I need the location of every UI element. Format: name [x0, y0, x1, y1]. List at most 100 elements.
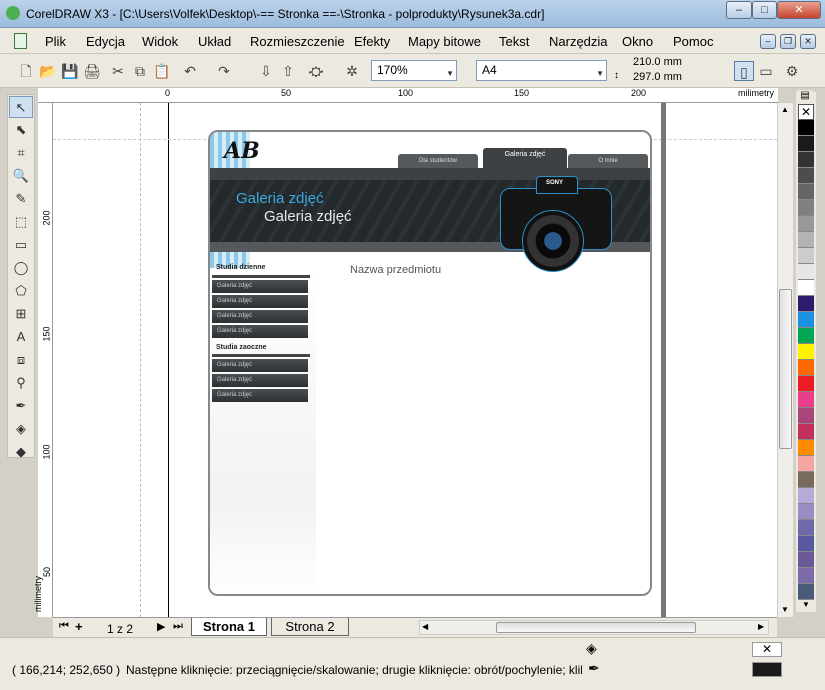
- basic-shapes-tool-icon[interactable]: ⊞: [9, 303, 33, 325]
- page-width-field[interactable]: 210.0 mm: [628, 56, 722, 70]
- nav-item[interactable]: Galeria zdjęć: [212, 280, 308, 293]
- last-page-icon[interactable]: ⏭: [173, 620, 183, 633]
- zoom-tool-icon[interactable]: 🔍: [9, 165, 33, 187]
- page-settings-icon[interactable]: ⚙: [782, 61, 802, 81]
- freehand-tool-icon[interactable]: ✎: [9, 188, 33, 210]
- color-swatch[interactable]: [798, 248, 814, 264]
- landscape-icon[interactable]: ▭: [756, 61, 776, 81]
- website-mockup[interactable]: AB Dla studentów Galeria zdjęć O mnie Ga…: [208, 130, 652, 596]
- zoom-level-select[interactable]: 170% ▼: [371, 60, 457, 81]
- color-swatch[interactable]: [798, 472, 814, 488]
- minimize-button[interactable]: –: [726, 1, 752, 19]
- color-swatch[interactable]: [798, 328, 814, 344]
- color-swatch[interactable]: [798, 424, 814, 440]
- menu-efekty[interactable]: Efekty: [354, 34, 390, 49]
- ellipse-tool-icon[interactable]: ◯: [9, 257, 33, 279]
- color-swatch[interactable]: [798, 552, 814, 568]
- tab-o-mnie[interactable]: O mnie: [568, 154, 648, 168]
- print-icon[interactable]: 🖨: [82, 61, 102, 81]
- maximize-button[interactable]: □: [752, 1, 777, 19]
- import-icon[interactable]: ⇩: [256, 61, 276, 81]
- color-swatch[interactable]: [798, 504, 814, 520]
- color-swatch[interactable]: [798, 312, 814, 328]
- cut-icon[interactable]: ✂: [108, 61, 128, 81]
- scroll-right-icon[interactable]: ▶: [758, 622, 764, 631]
- eyedropper-tool-icon[interactable]: ⚲: [9, 372, 33, 394]
- tab-strona-1[interactable]: Strona 1: [191, 618, 267, 636]
- polygon-tool-icon[interactable]: ⬠: [9, 280, 33, 302]
- vertical-scrollbar[interactable]: ▲ ▼: [777, 103, 793, 617]
- fill-color-swatch[interactable]: ✕: [752, 642, 782, 657]
- paste-icon[interactable]: 📋: [152, 61, 172, 81]
- scroll-left-icon[interactable]: ◀: [422, 622, 428, 631]
- menu-widok[interactable]: Widok: [142, 34, 178, 49]
- next-page-icon[interactable]: ▶: [157, 620, 165, 633]
- menu-mapy-bitowe[interactable]: Mapy bitowe: [408, 34, 481, 49]
- color-swatch[interactable]: [798, 488, 814, 504]
- nav-item[interactable]: Galeria zdjęć: [212, 359, 308, 372]
- vertical-ruler[interactable]: 200 150 100 50 milimetry: [33, 103, 53, 617]
- text-tool-icon[interactable]: A: [9, 326, 33, 348]
- horizontal-ruler[interactable]: 0 50 100 150 200 milimetry: [38, 88, 778, 103]
- color-swatch[interactable]: [798, 536, 814, 552]
- nav-item[interactable]: Galeria zdjęć: [212, 325, 308, 338]
- color-swatch[interactable]: [798, 296, 814, 312]
- fill-tool-icon[interactable]: ◈: [9, 418, 33, 440]
- palette-scroll-down-icon[interactable]: ▼: [798, 600, 814, 612]
- color-swatch[interactable]: [798, 216, 814, 232]
- close-button[interactable]: ✕: [777, 1, 821, 19]
- scroll-down-icon[interactable]: ▼: [781, 605, 789, 614]
- welcome-icon[interactable]: ✲: [342, 61, 362, 81]
- menu-rozmieszczenie[interactable]: Rozmieszczenie: [250, 34, 345, 49]
- doc-close-button[interactable]: ✕: [800, 34, 816, 49]
- smart-fill-tool-icon[interactable]: ⬚: [9, 211, 33, 233]
- rectangle-tool-icon[interactable]: ▭: [9, 234, 33, 256]
- nav-item[interactable]: Galeria zdjęć: [212, 389, 308, 402]
- color-swatch[interactable]: [798, 392, 814, 408]
- color-swatch[interactable]: [798, 232, 814, 248]
- color-swatch[interactable]: [798, 456, 814, 472]
- export-icon[interactable]: ⇧: [278, 61, 298, 81]
- page-size-select[interactable]: A4 ▼: [476, 60, 607, 81]
- page-height-field[interactable]: 297.0 mm: [628, 71, 722, 85]
- color-swatch[interactable]: [798, 360, 814, 376]
- color-swatch[interactable]: [798, 168, 814, 184]
- outline-color-swatch[interactable]: [752, 662, 782, 677]
- color-swatch[interactable]: [798, 120, 814, 136]
- doc-minimize-button[interactable]: –: [760, 34, 776, 49]
- menu-narzedzia[interactable]: Narzędzia: [549, 34, 608, 49]
- color-swatch[interactable]: [798, 440, 814, 456]
- nav-item[interactable]: Galeria zdjęć: [212, 310, 308, 323]
- nav-item[interactable]: Galeria zdjęć: [212, 295, 308, 308]
- nav-item[interactable]: Galeria zdjęć: [212, 374, 308, 387]
- horizontal-scrollbar[interactable]: ◀ ▶: [419, 620, 769, 635]
- add-page-icon[interactable]: +: [75, 619, 83, 634]
- color-swatch[interactable]: [798, 184, 814, 200]
- scroll-thumb[interactable]: [779, 289, 792, 449]
- color-swatch[interactable]: [798, 520, 814, 536]
- color-swatch[interactable]: [798, 280, 814, 296]
- tab-strona-2[interactable]: Strona 2: [271, 618, 349, 636]
- pick-tool-icon[interactable]: ↖: [9, 96, 33, 118]
- menu-pomoc[interactable]: Pomoc: [673, 34, 713, 49]
- shape-tool-icon[interactable]: ⬉: [9, 119, 33, 141]
- color-swatch[interactable]: [798, 200, 814, 216]
- save-icon[interactable]: 💾: [60, 61, 80, 81]
- open-icon[interactable]: 📂: [38, 61, 58, 81]
- menu-edycja[interactable]: Edycja: [86, 34, 125, 49]
- scroll-up-icon[interactable]: ▲: [781, 105, 789, 114]
- interactive-blend-tool-icon[interactable]: ⧈: [9, 349, 33, 371]
- menu-uklad[interactable]: Układ: [198, 34, 231, 49]
- no-color-swatch[interactable]: ✕: [798, 104, 814, 120]
- palette-flyout-icon[interactable]: ▤: [797, 90, 813, 104]
- drawing-canvas[interactable]: AB Dla studentów Galeria zdjęć O mnie Ga…: [53, 103, 777, 617]
- color-swatch[interactable]: [798, 584, 814, 600]
- color-swatch[interactable]: [798, 568, 814, 584]
- redo-icon[interactable]: ↷: [214, 61, 234, 81]
- color-swatch[interactable]: [798, 408, 814, 424]
- menu-tekst[interactable]: Tekst: [499, 34, 529, 49]
- color-swatch[interactable]: [798, 344, 814, 360]
- menu-okno[interactable]: Okno: [622, 34, 653, 49]
- application-launcher-icon[interactable]: ⛮: [306, 61, 326, 81]
- doc-restore-button[interactable]: ❐: [780, 34, 796, 49]
